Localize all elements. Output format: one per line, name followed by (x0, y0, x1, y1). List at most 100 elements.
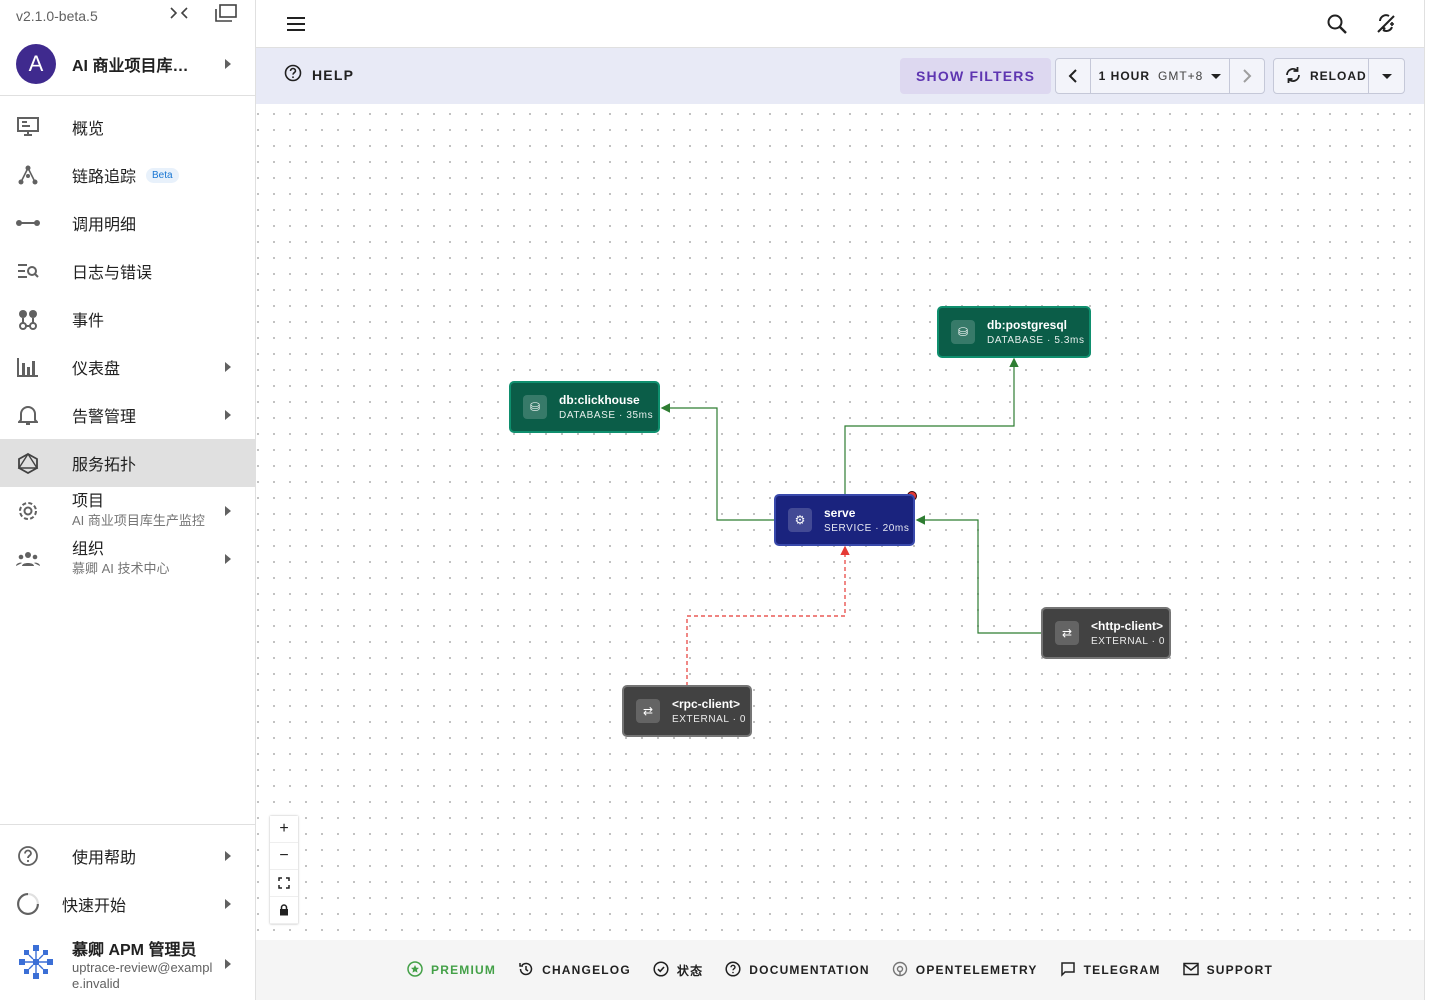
search-icon[interactable] (1326, 13, 1348, 40)
chat-bubble-icon (1060, 961, 1076, 980)
nav-label: 使用帮助 (72, 850, 137, 867)
show-filters-button[interactable]: SHOW FILTERS (900, 58, 1052, 94)
footer-label: TELEGRAM (1083, 963, 1161, 977)
footer-label: PREMIUM (431, 963, 497, 977)
nav-item-dashboards[interactable]: 仪表盘 (0, 343, 255, 391)
node-rpc-client[interactable]: ⇄ <rpc-client> EXTERNAL · 0 (622, 685, 752, 737)
period-select[interactable]: 1 HOUR GMT+8 (1091, 59, 1229, 93)
nav-label: 项目 (72, 493, 105, 510)
nav-sublabel: 慕卿 AI 技术中心 (72, 561, 170, 576)
nav-item-help[interactable]: 使用帮助 (0, 832, 255, 880)
nav-item-project[interactable]: 项目 AI 商业项目库生产监控 (0, 487, 255, 535)
footer-status-link[interactable]: 状态 (653, 960, 704, 980)
timezone-value: GMT+8 (1158, 69, 1204, 83)
footer-label: 状态 (676, 963, 704, 978)
gear-icon: ⚙ (788, 508, 812, 532)
nav-item-topology[interactable]: 服务拓扑 (0, 439, 255, 487)
span-icon (16, 211, 40, 235)
help-label: HELP (312, 66, 355, 83)
next-period-button[interactable] (1229, 59, 1264, 93)
footer-premium-link[interactable]: PREMIUM (407, 960, 497, 980)
node-postgresql[interactable]: ⛁ db:postgresql DATABASE · 5.3ms (937, 306, 1091, 358)
nav-label: 组织 (72, 541, 105, 558)
node-http-client[interactable]: ⇄ <http-client> EXTERNAL · 0 (1041, 607, 1171, 659)
reload-control: RELOAD (1273, 58, 1405, 94)
node-subtitle: EXTERNAL · 0 (1091, 636, 1166, 647)
nav-label: 服务拓扑 (72, 457, 137, 474)
window-toggle-icon[interactable] (215, 4, 237, 25)
reload-button[interactable]: RELOAD (1274, 59, 1368, 93)
bell-icon (16, 403, 40, 427)
node-serve[interactable]: ⚙ serve SERVICE · 20ms (774, 494, 915, 546)
check-circle-icon (653, 960, 669, 980)
zoom-out-button[interactable]: − (270, 843, 298, 870)
nav-item-overview[interactable]: 概览 (0, 103, 255, 151)
sidebar-bottom: 使用帮助 快速开始 慕卿 APM 管理员 uptrace-review@exam… (0, 824, 255, 1000)
nav-sublabel: AI 商业项目库生产监控 (72, 513, 205, 528)
nav-item-organization[interactable]: 组织 慕卿 AI 技术中心 (0, 535, 255, 583)
prev-period-button[interactable] (1056, 59, 1091, 93)
chevron-right-icon (225, 362, 231, 372)
reload-options-button[interactable] (1368, 59, 1404, 93)
database-icon: ⛁ (523, 395, 547, 419)
nav-item-events[interactable]: 事件 (0, 295, 255, 343)
zoom-in-button[interactable]: + (270, 816, 298, 843)
nav-item-spans[interactable]: 调用明细 (0, 199, 255, 247)
chevron-right-icon (225, 899, 231, 909)
footer-documentation-link[interactable]: DOCUMENTATION (725, 960, 870, 980)
events-icon (16, 307, 40, 331)
user-menu[interactable]: 慕卿 APM 管理员 uptrace-review@example.invali… (0, 928, 255, 1000)
collapse-sidebar-icon[interactable] (169, 6, 189, 23)
plus-icon: + (279, 820, 289, 837)
lock-button[interactable] (270, 897, 298, 924)
gear-icon (16, 499, 40, 523)
database-icon: ⛁ (951, 320, 975, 344)
footer-changelog-link[interactable]: CHANGELOG (518, 961, 631, 980)
lock-icon (280, 904, 288, 916)
footer-label: SUPPORT (1206, 963, 1273, 977)
user-name: 慕卿 APM 管理员 (72, 942, 197, 959)
chevron-down-icon (1211, 73, 1222, 79)
chevron-right-icon (225, 959, 231, 969)
period-value: 1 HOUR (1098, 69, 1150, 83)
minus-icon: − (279, 847, 289, 864)
sidebar: v2.1.0-beta.5 A AI 商业项目库生产监控 概览 链路追踪 Bet… (0, 0, 256, 1000)
swap-arrows-icon: ⇄ (636, 699, 660, 723)
footer-telegram-link[interactable]: TELEGRAM (1060, 961, 1161, 980)
help-circle-icon (284, 64, 302, 85)
group-icon (16, 547, 40, 571)
footer-links: PREMIUM CHANGELOG 状态 DOCUMENTATION OPENT… (256, 940, 1424, 1000)
nav-label: 链路追踪 (72, 169, 137, 186)
theme-toggle-icon[interactable] (1374, 12, 1398, 41)
footer-opentelemetry-link[interactable]: OPENTELEMETRY (892, 961, 1038, 980)
nav-item-quickstart[interactable]: 快速开始 (0, 880, 255, 928)
project-switcher[interactable]: A AI 商业项目库生产监控 (0, 32, 255, 96)
node-clickhouse[interactable]: ⛁ db:clickhouse DATABASE · 35ms (509, 381, 660, 433)
footer-label: DOCUMENTATION (749, 963, 870, 977)
topology-canvas[interactable]: ⛁ db:postgresql DATABASE · 5.3ms ⛁ db:cl… (256, 104, 1424, 940)
edge-serve-clickhouse[interactable] (660, 403, 775, 521)
fit-view-button[interactable] (270, 870, 298, 897)
edge-rpc-serve[interactable] (686, 545, 850, 686)
fit-view-icon (278, 877, 290, 889)
telescope-icon (892, 961, 908, 980)
monitor-icon (16, 115, 40, 139)
nav-item-alerts[interactable]: 告警管理 (0, 391, 255, 439)
tracing-icon (16, 163, 40, 187)
nav-item-tracing[interactable]: 链路追踪 Beta (0, 151, 255, 199)
help-button[interactable]: HELP (284, 64, 354, 85)
swap-arrows-icon: ⇄ (1055, 621, 1079, 645)
edge-serve-postgres[interactable] (844, 357, 1019, 494)
node-title: <rpc-client> (672, 697, 741, 711)
version-label: v2.1.0-beta.5 (16, 8, 98, 24)
edge-http-serve[interactable] (915, 515, 1042, 634)
nav-item-logs[interactable]: 日志与错误 (0, 247, 255, 295)
page-scrollbar[interactable] (1424, 0, 1440, 1000)
chevron-right-icon (225, 554, 231, 564)
menu-icon[interactable] (286, 16, 306, 37)
footer-label: OPENTELEMETRY (915, 963, 1038, 977)
mail-icon (1182, 962, 1199, 979)
footer-support-link[interactable]: SUPPORT (1182, 962, 1273, 979)
top-app-bar (256, 0, 1424, 48)
help-circle-icon (725, 960, 741, 980)
